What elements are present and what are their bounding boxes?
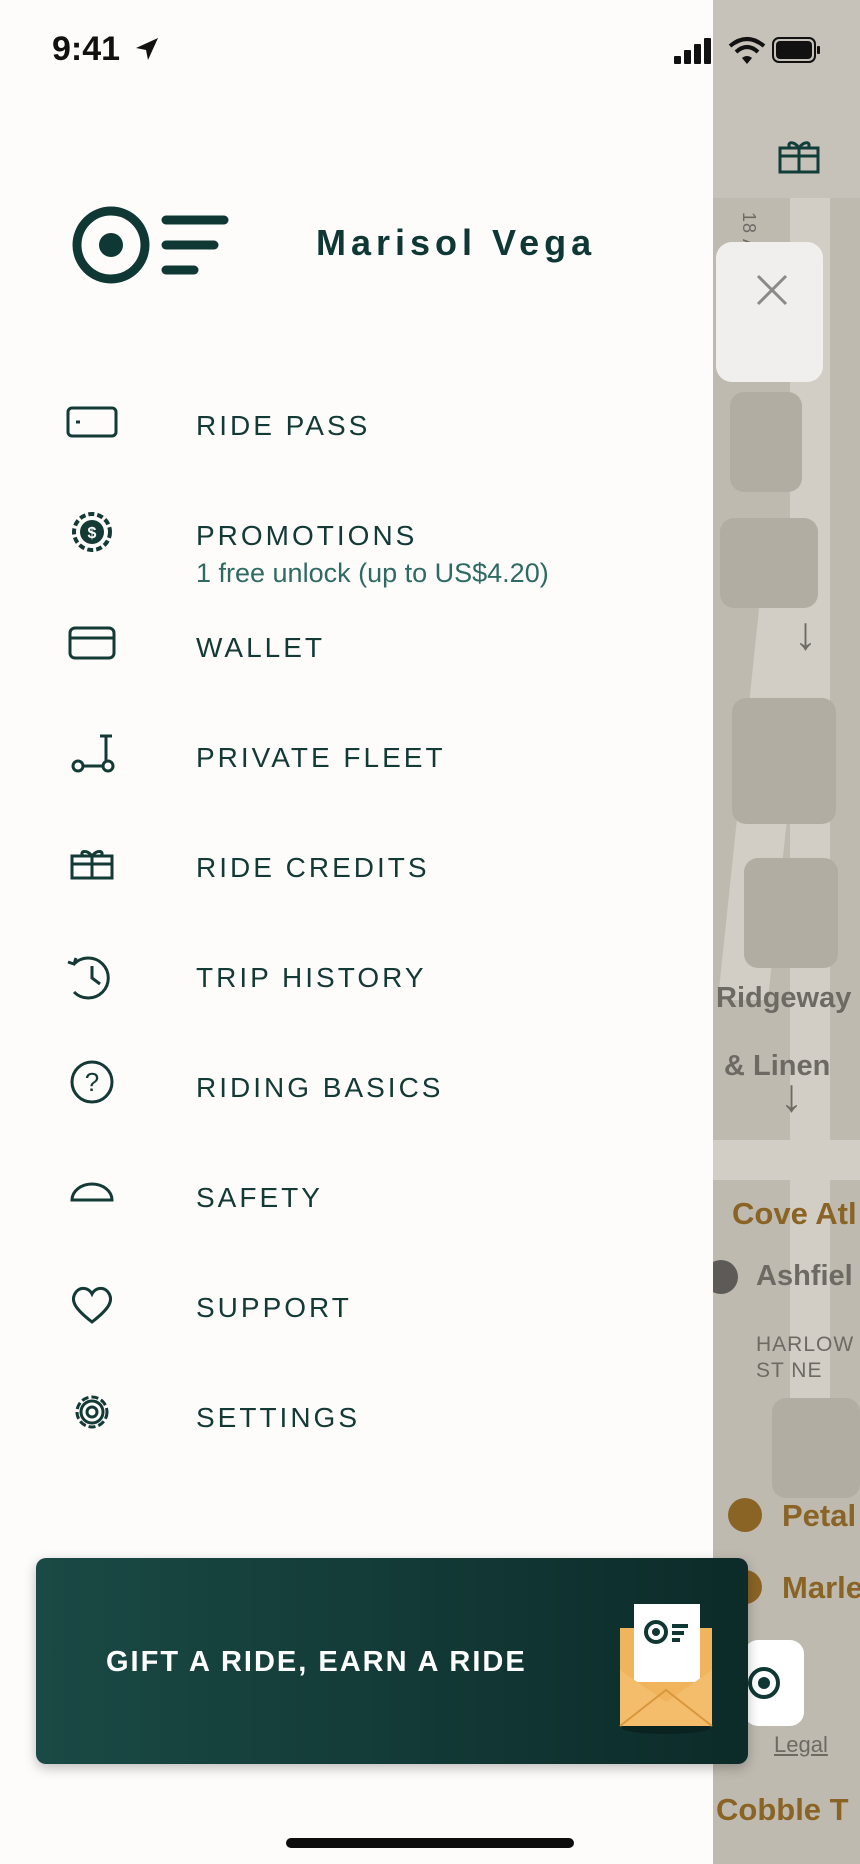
menu-item-wallet[interactable]: WALLET [60, 620, 660, 700]
menu-item-ride-pass[interactable]: RIDE PASS [60, 398, 660, 478]
gear-icon [75, 1395, 109, 1429]
locate-button[interactable] [744, 1640, 804, 1726]
map-block [732, 698, 836, 824]
menu-item-promotions[interactable]: $ PROMOTIONS 1 free unlock (up to US$4.2… [60, 508, 660, 598]
gift-icon [70, 850, 114, 880]
map-label-ashfield[interactable]: Ashfiel [756, 1260, 853, 1293]
close-drawer-button[interactable] [716, 242, 823, 382]
card-icon [68, 626, 116, 660]
menu-item-trip-history[interactable]: TRIP HISTORY [60, 950, 660, 1030]
menu-item-label: SAFETY [196, 1182, 323, 1213]
map-label-harlow-st: ST NE [756, 1359, 823, 1382]
svg-text:?: ? [85, 1067, 99, 1097]
helmet-icon [70, 1182, 114, 1202]
scooter-icon [71, 734, 115, 773]
banner-label: GIFT A RIDE, EARN A RIDE [106, 1646, 527, 1678]
map-label-cove[interactable]: Cove Atl [732, 1196, 857, 1232]
signal-icon [674, 38, 711, 64]
menu-item-label: WALLET [196, 632, 325, 663]
menu-item-label: SUPPORT [196, 1292, 352, 1323]
battery-icon [772, 37, 820, 63]
menu-item-label: PRIVATE FLEET [196, 742, 446, 773]
dollar-coin-icon: $ [72, 512, 112, 552]
menu-item-settings[interactable]: SETTINGS [60, 1390, 660, 1470]
menu-item-label: PROMOTIONS [196, 520, 418, 551]
promotion-detail: 1 free unlock (up to US$4.20) [196, 558, 549, 588]
map-block [730, 392, 802, 492]
menu-item-riding-basics[interactable]: ? RIDING BASICS [60, 1060, 660, 1140]
ticket-icon [66, 406, 118, 438]
menu-item-ride-credits[interactable]: RIDE CREDITS [60, 840, 660, 920]
envelope-icon [619, 1604, 713, 1734]
close-icon [756, 274, 788, 306]
legal-link[interactable]: Legal [774, 1732, 828, 1758]
menu-item-support[interactable]: SUPPORT [60, 1280, 660, 1360]
map-pin-icon[interactable] [728, 1498, 762, 1532]
target-icon [748, 1667, 780, 1699]
one-way-arrow-icon: ↓ [794, 607, 817, 659]
menu-item-label: RIDING BASICS [196, 1072, 444, 1103]
brand-logo [72, 206, 229, 284]
map-label-linen: & Linen [724, 1050, 831, 1082]
location-arrow-icon [136, 38, 158, 60]
wifi-icon [728, 37, 766, 64]
map-label-cobble[interactable]: Cobble T [716, 1792, 849, 1828]
gift-icon[interactable] [776, 136, 822, 176]
map-label-petal[interactable]: Petal [782, 1498, 856, 1534]
menu-item-safety[interactable]: SAFETY [60, 1170, 660, 1250]
status-bar: 9:41 [0, 0, 860, 100]
map-label-harlow: HARLOW [756, 1333, 855, 1356]
map-road [790, 198, 830, 1498]
profile-name[interactable]: Marisol Vega [316, 222, 596, 264]
map-label-ridgeway: Ridgeway [716, 982, 852, 1014]
menu-item-label: RIDE PASS [196, 410, 371, 441]
map-road [713, 1140, 860, 1180]
svg-text:$: $ [88, 525, 97, 542]
menu-item-private-fleet[interactable]: PRIVATE FLEET [60, 730, 660, 810]
gift-ride-banner[interactable]: GIFT A RIDE, EARN A RIDE [36, 1558, 748, 1764]
map-label-marle[interactable]: Marle [782, 1570, 860, 1606]
heart-icon [71, 1286, 113, 1324]
menu-item-label: RIDE CREDITS [196, 852, 430, 883]
status-time: 9:41 [52, 30, 121, 68]
home-indicator[interactable] [286, 1838, 574, 1848]
map-block [744, 858, 838, 968]
history-icon [67, 956, 110, 1000]
map-block [720, 518, 818, 608]
question-icon: ? [70, 1060, 114, 1104]
map-block [772, 1398, 860, 1498]
menu-item-label: TRIP HISTORY [196, 962, 427, 993]
menu-item-label: SETTINGS [196, 1402, 361, 1433]
